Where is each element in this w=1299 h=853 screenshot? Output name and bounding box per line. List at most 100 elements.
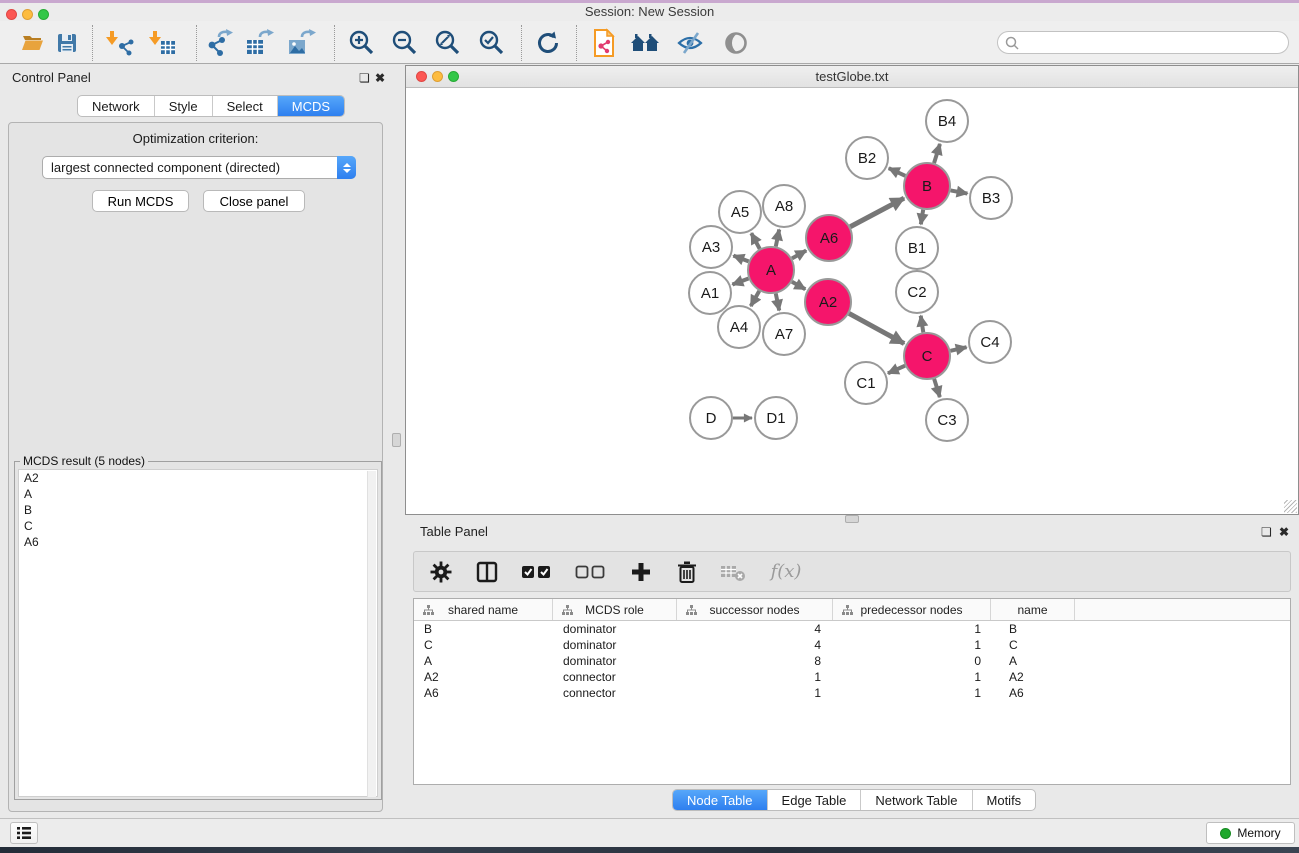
search-field[interactable] [997, 31, 1289, 54]
result-scrollbar[interactable] [367, 471, 376, 797]
deselect-all-icon [575, 564, 607, 580]
tab-edge-table[interactable]: Edge Table [768, 790, 862, 810]
zoom-fit-button[interactable] [431, 28, 465, 58]
export-table-icon [245, 29, 275, 57]
graph-edge-A-A4[interactable] [751, 291, 760, 306]
tab-network[interactable]: Network [78, 96, 155, 116]
zoom-in-icon [348, 29, 376, 57]
column-header-label: MCDS role [585, 603, 644, 617]
result-item[interactable]: C [19, 518, 377, 534]
open-session-button[interactable] [16, 28, 50, 58]
close-panel-button[interactable]: Close panel [203, 190, 305, 212]
split-view-button[interactable] [472, 557, 502, 587]
network-close-traffic-light[interactable] [416, 71, 427, 82]
result-item[interactable]: A2 [19, 470, 377, 486]
mcds-result-list[interactable]: A2ABCA6 [18, 469, 378, 797]
result-item[interactable]: A6 [19, 534, 377, 550]
tab-mcds[interactable]: MCDS [278, 96, 344, 116]
table-cell: 4 [677, 638, 833, 652]
table-panel-close-icon[interactable]: ✖ [1279, 525, 1289, 539]
table-row[interactable]: Cdominator41C [414, 637, 1290, 653]
show-all-networks-button[interactable] [629, 28, 663, 58]
network-window-title: testGlobe.txt [406, 66, 1298, 88]
graph-edge-C-C3[interactable] [934, 379, 940, 397]
graph-edge-C-C1[interactable] [888, 366, 905, 374]
show-graphics-details-button[interactable] [719, 28, 753, 58]
window-resize-grip[interactable] [1284, 500, 1297, 513]
graph-edge-B-B2[interactable] [889, 168, 906, 176]
network-zoom-traffic-light[interactable] [448, 71, 459, 82]
main-toolbar [0, 21, 1299, 64]
delete-columns-button[interactable] [672, 557, 702, 587]
tab-select[interactable]: Select [213, 96, 278, 116]
run-mcds-button[interactable]: Run MCDS [92, 190, 189, 212]
add-column-button[interactable] [626, 557, 656, 587]
graph-edge-A-A1[interactable] [732, 278, 748, 284]
graph-edge-B-B1[interactable] [921, 210, 923, 225]
task-history-button[interactable] [10, 822, 38, 844]
tab-style[interactable]: Style [155, 96, 213, 116]
network-window-titlebar[interactable]: testGlobe.txt [406, 66, 1298, 88]
column-header-predecessor-nodes[interactable]: predecessor nodes [833, 599, 991, 620]
control-panel-float-icon[interactable]: ❏ [359, 71, 370, 85]
zoom-traffic-light[interactable] [38, 9, 49, 20]
graph-edge-A6-B[interactable] [850, 198, 904, 227]
tab-network-table[interactable]: Network Table [861, 790, 972, 810]
graph-edge-A-A8[interactable] [776, 230, 779, 247]
table-cell: dominator [553, 638, 677, 652]
split-divider-grip[interactable] [845, 515, 859, 523]
result-item[interactable]: B [19, 502, 377, 518]
column-header-successor-nodes[interactable]: successor nodes [677, 599, 833, 620]
zoom-out-button[interactable] [388, 28, 422, 58]
graph-edge-A-A3[interactable] [733, 256, 748, 262]
import-network-button[interactable] [103, 28, 137, 58]
table-row[interactable]: A6connector11A6 [414, 685, 1290, 701]
column-header-label: shared name [448, 603, 518, 617]
duplicate-network-button[interactable] [587, 28, 621, 58]
optimization-criterion-label: Optimization criterion: [0, 131, 391, 146]
deselect-all-columns-button[interactable] [572, 557, 610, 587]
graph-edge-C-C4[interactable] [950, 347, 966, 351]
export-image-button[interactable] [285, 28, 319, 58]
select-all-columns-button[interactable] [518, 557, 556, 587]
table-row[interactable]: Adominator80A [414, 653, 1290, 669]
graph-edge-B-B4[interactable] [934, 144, 940, 163]
zoom-in-button[interactable] [345, 28, 379, 58]
network-graph-canvas[interactable]: B4B2BB3A5A8A6A3B1AA1C2A2A4A7CC4C1C3DD1 [406, 88, 1298, 514]
table-row[interactable]: A2connector11A2 [414, 669, 1290, 685]
delete-table-button[interactable] [718, 557, 748, 587]
minimize-traffic-light[interactable] [22, 9, 33, 20]
dropdown-stepper-icon[interactable] [337, 156, 356, 179]
control-panel-close-icon[interactable]: ✖ [375, 71, 385, 85]
function-builder-button[interactable]: f(x) [764, 557, 808, 587]
memory-button[interactable]: Memory [1206, 822, 1295, 844]
graph-edge-A2-C[interactable] [849, 313, 904, 343]
column-header-name[interactable]: name [991, 599, 1075, 620]
column-settings-button[interactable] [426, 557, 456, 587]
apply-layout-button[interactable] [531, 28, 565, 58]
graph-edge-C-C2[interactable] [921, 316, 924, 333]
save-session-button[interactable] [50, 28, 84, 58]
hide-graphics-details-button[interactable] [673, 28, 707, 58]
search-input[interactable] [1023, 34, 1288, 52]
column-header-MCDS-role[interactable]: MCDS role [553, 599, 677, 620]
export-table-button[interactable] [243, 28, 277, 58]
graph-edge-A-A2[interactable] [792, 282, 805, 290]
graph-edge-B-B3[interactable] [951, 190, 968, 193]
graph-edge-A-A5[interactable] [751, 233, 759, 249]
zoom-selected-button[interactable] [475, 28, 509, 58]
tab-node-table[interactable]: Node Table [673, 790, 768, 810]
graph-edge-A-A6[interactable] [792, 251, 806, 259]
network-minimize-traffic-light[interactable] [432, 71, 443, 82]
import-table-button[interactable] [146, 28, 180, 58]
close-traffic-light[interactable] [6, 9, 17, 20]
split-divider-grip[interactable] [392, 433, 401, 447]
export-network-button[interactable] [203, 28, 237, 58]
criterion-dropdown[interactable]: largest connected component (directed) [42, 156, 356, 179]
graph-edge-A-A7[interactable] [776, 294, 779, 311]
result-item[interactable]: A [19, 486, 377, 502]
tab-motifs[interactable]: Motifs [973, 790, 1036, 810]
table-panel-float-icon[interactable]: ❏ [1261, 525, 1272, 539]
column-header-shared-name[interactable]: shared name [414, 599, 553, 620]
table-row[interactable]: Bdominator41B [414, 621, 1290, 637]
